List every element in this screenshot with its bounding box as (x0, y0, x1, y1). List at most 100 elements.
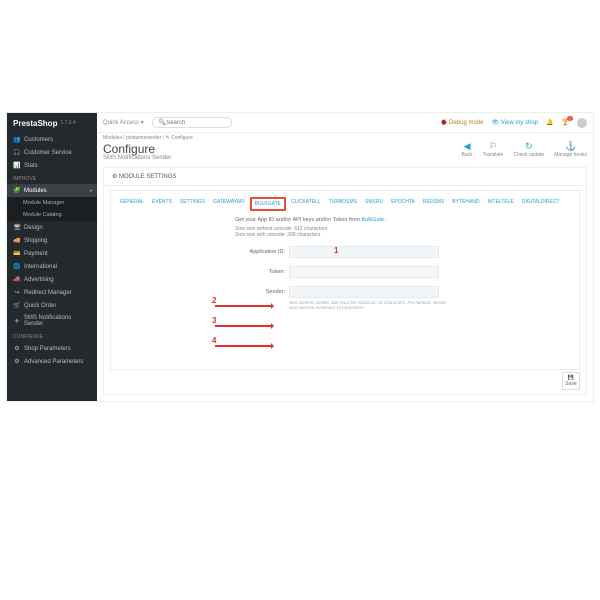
search-input[interactable] (166, 120, 226, 126)
sidebar-item-label: International (24, 264, 57, 270)
sidebar-icon: 🌐 (13, 263, 21, 270)
sender-note: Non numeric sender size must be maximum … (289, 300, 449, 310)
trophy-icon[interactable]: 🏆7 (562, 119, 569, 126)
sidebar-item-label: Payment (24, 251, 48, 257)
text-input[interactable] (289, 266, 439, 278)
search-icon: 🔍 (159, 119, 166, 126)
action-icon: ↻ (525, 141, 533, 152)
sidebar-item[interactable]: 🧩Modules (7, 184, 97, 197)
action-icon: ⚓ (565, 141, 576, 152)
sidebar: PrestaShop 1.7.6.4 👥Customers🎧Customer S… (7, 113, 97, 401)
tab-clickatell[interactable]: CLICKATELL (288, 197, 324, 211)
form-area: Get your App ID and/or API keys and/or T… (111, 211, 579, 316)
sidebar-item-label: Quick Order (24, 303, 56, 309)
tab-bar: GENERALEVENTSSETTINGSGATEWAYAPIBULKGATEC… (111, 191, 579, 211)
field-label: Token: (235, 269, 289, 275)
annotation-4: 4 (212, 336, 273, 347)
breadcrumb[interactable]: Modules / pintasmssender / ✎ Configure (103, 135, 193, 141)
sidebar-icon: 🚚 (13, 237, 21, 244)
sidebar-icon: ⚙ (13, 345, 21, 352)
sidebar-icon: 🖥 (13, 224, 21, 231)
sidebar-item-label: SMS Notifications Sender (24, 315, 91, 327)
sidebar-subitem[interactable]: Module Manager (7, 197, 97, 209)
form-row: Application ID: (235, 246, 569, 258)
sidebar-icon: 💳 (13, 250, 21, 257)
action-back[interactable]: ◀Back (462, 141, 473, 158)
sidebar-icon: 🎧 (13, 149, 21, 156)
debug-mode[interactable]: 🐞 Debug mode (440, 119, 484, 126)
sidebar-item-label: Advanced Parameters (24, 359, 83, 365)
tab-general[interactable]: GENERAL (117, 197, 147, 211)
sidebar-item[interactable]: 🎧Customer Service (7, 146, 97, 159)
bell-icon[interactable]: 🔔 (546, 119, 553, 126)
bulkgate-link[interactable]: BulkGate (361, 217, 384, 223)
sidebar-item[interactable]: ↪Redirect Manager (7, 286, 97, 299)
avatar[interactable] (577, 118, 587, 128)
tab-bytehand[interactable]: BYTEHAND (449, 197, 482, 211)
panel-inner: GENERALEVENTSSETTINGSGATEWAYAPIBULKGATEC… (110, 190, 580, 370)
tab-epochta[interactable]: EPOCHTA (388, 197, 418, 211)
tab-settings[interactable]: SETTINGS (177, 197, 208, 211)
sidebar-item[interactable]: 🛒Quick Order (7, 299, 97, 312)
field-label: Sender: (235, 289, 289, 295)
tab-digitaldirect[interactable]: DIGITALDIRECT (519, 197, 563, 211)
annotation-2: 2 (212, 296, 273, 307)
settings-panel: MODULE SETTINGS GENERALEVENTSSETTINGSGAT… (103, 167, 587, 395)
view-shop-link[interactable]: 👁 View my shop (491, 119, 538, 126)
sidebar-item-label: Stats (24, 163, 38, 169)
brand-name: PrestaShop (13, 119, 57, 128)
sidebar-icon: 🛒 (13, 302, 21, 309)
notif-badge: 7 (567, 116, 573, 121)
section-improve: IMPROVE (7, 172, 97, 184)
sidebar-item-label: Customers (24, 137, 53, 143)
section-configure: CONFIGURE (7, 330, 97, 342)
version: 1.7.6.4 (60, 120, 75, 126)
sidebar-item[interactable]: 📣Advertising (7, 273, 97, 286)
page-actions: ◀Back ⚐Translate ↻Check update ⚓Manage hook… (462, 141, 587, 158)
text-input[interactable] (289, 246, 439, 258)
sidebar-item[interactable]: 💳Payment (7, 247, 97, 260)
sidebar-icon: ✈ (13, 318, 21, 325)
annotation-1: 1 (334, 246, 338, 255)
hint2: Sms size with unicode: 268 characters (235, 232, 569, 238)
sidebar-item[interactable]: ⚙Advanced Parameters (7, 355, 97, 368)
sidebar-item[interactable]: ⚙Shop Parameters (7, 342, 97, 355)
panel-title: MODULE SETTINGS (104, 168, 586, 186)
action-icon: ◀ (464, 141, 471, 152)
sidebar-icon: 📣 (13, 276, 21, 283)
sidebar-icon: ↪ (13, 289, 21, 296)
action-translate[interactable]: ⚐Translate (483, 141, 504, 158)
action-check-update[interactable]: ↻Check update (513, 141, 544, 158)
sidebar-icon: 🧩 (13, 187, 21, 194)
form-row: Token: (235, 266, 569, 278)
sidebar-item[interactable]: 🌐International (7, 260, 97, 273)
field-label: Application ID: (235, 249, 289, 255)
sidebar-item[interactable]: 👥Customers (7, 133, 97, 146)
logo: PrestaShop 1.7.6.4 (7, 113, 97, 133)
tab-bulkgate[interactable]: BULKGATE (250, 197, 286, 211)
sidebar-item[interactable]: 📊Stats (7, 159, 97, 172)
quick-access[interactable]: Quick Access ▾ (103, 119, 144, 126)
sidebar-item-label: Advertising (24, 277, 54, 283)
sidebar-icon: ⚙ (13, 358, 21, 365)
annotation-3: 3 (212, 316, 273, 327)
form-row: Sender: (235, 286, 569, 298)
sidebar-subitem[interactable]: Module Catalog (7, 209, 97, 221)
sidebar-item-label: Customer Service (24, 150, 72, 156)
sidebar-item-label: Redirect Manager (24, 290, 72, 296)
tab-events[interactable]: EVENTS (149, 197, 175, 211)
text-input[interactable] (289, 286, 439, 298)
sidebar-item[interactable]: ✈SMS Notifications Sender (7, 312, 97, 330)
page-subtitle: SMS Notifications Sender (103, 155, 171, 161)
tab-inteltele[interactable]: INTELTELE (485, 197, 517, 211)
action-manage-hooks[interactable]: ⚓Manage hooks (554, 141, 587, 158)
sidebar-item[interactable]: 🚚Shipping (7, 234, 97, 247)
save-button[interactable]: 💾 Save (562, 372, 580, 390)
sidebar-item[interactable]: 🖥Design (7, 221, 97, 234)
tab-turbosms[interactable]: TURBOSMS (326, 197, 360, 211)
tab-gatewayapi[interactable]: GATEWAYAPI (210, 197, 248, 211)
tab-smsru[interactable]: SMSRU (362, 197, 386, 211)
search-box[interactable]: 🔍 (152, 117, 232, 128)
sidebar-icon: 📊 (13, 162, 21, 169)
tab-redsms[interactable]: REDSMS (420, 197, 447, 211)
